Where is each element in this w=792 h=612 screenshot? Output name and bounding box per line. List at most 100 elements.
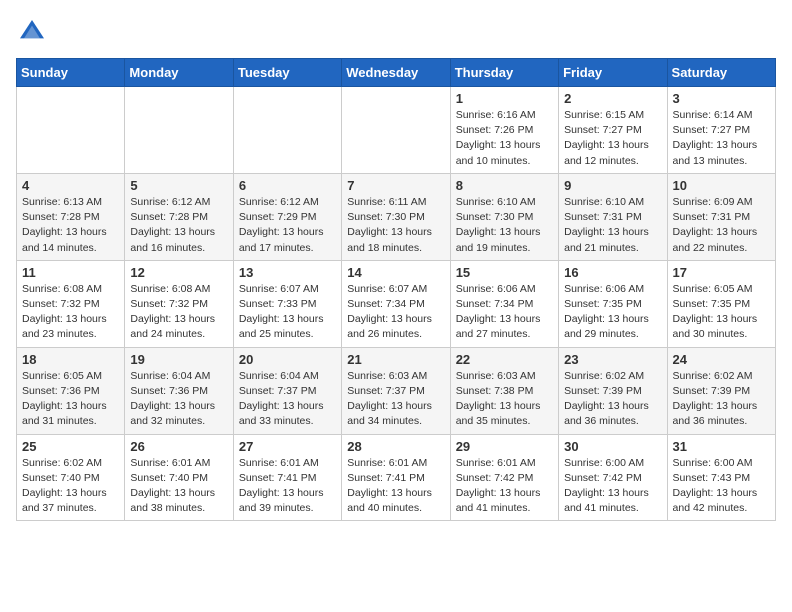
day-number: 15	[456, 265, 553, 280]
calendar-cell: 17Sunrise: 6:05 AM Sunset: 7:35 PM Dayli…	[667, 260, 775, 347]
calendar-week-4: 18 Sunrise: 6:05 AM Sunset: 7:36 PM Dayli…	[17, 347, 776, 434]
day-info: Sunrise: 6:00 AM Sunset: 7:42 PM Dayligh…	[564, 456, 661, 517]
calendar-cell: 6 Sunrise: 6:12 AM Sunset: 7:29 PM Daylig…	[233, 173, 341, 260]
calendar-cell: 21 Sunrise: 6:03 AM Sunset: 7:37 PM Dayli…	[342, 347, 450, 434]
calendar-cell: 30 Sunrise: 6:00 AM Sunset: 7:42 PM Dayli…	[559, 434, 667, 521]
calendar-cell: 24 Sunrise: 6:02 AM Sunset: 7:39 PM Dayli…	[667, 347, 775, 434]
weekday-header-thursday: Thursday	[450, 59, 558, 87]
day-info: Sunrise: 6:01 AM Sunset: 7:41 PM Dayligh…	[347, 456, 444, 517]
day-number: 29	[456, 439, 553, 454]
day-info: Sunrise: 6:02 AM Sunset: 7:39 PM Dayligh…	[673, 369, 770, 430]
day-number: 12	[130, 265, 227, 280]
day-info: Sunrise: 6:14 AM Sunset: 7:27 PM Dayligh…	[673, 108, 770, 169]
day-info: Sunrise: 6:13 AM Sunset: 7:28 PM Dayligh…	[22, 195, 119, 256]
calendar-cell	[125, 87, 233, 174]
day-number: 24	[673, 352, 770, 367]
day-info: Sunrise: 6:06 AM Sunset: 7:34 PM Dayligh…	[456, 282, 553, 343]
day-info: Sunrise: 6:00 AM Sunset: 7:43 PM Dayligh…	[673, 456, 770, 517]
page-header	[16, 16, 776, 48]
calendar-cell: 22Sunrise: 6:03 AM Sunset: 7:38 PM Dayli…	[450, 347, 558, 434]
calendar-cell: 14 Sunrise: 6:07 AM Sunset: 7:34 PM Dayli…	[342, 260, 450, 347]
day-info: Sunrise: 6:01 AM Sunset: 7:41 PM Dayligh…	[239, 456, 336, 517]
day-number: 27	[239, 439, 336, 454]
calendar-cell: 13 Sunrise: 6:07 AM Sunset: 7:33 PM Dayli…	[233, 260, 341, 347]
day-info: Sunrise: 6:10 AM Sunset: 7:30 PM Dayligh…	[456, 195, 553, 256]
calendar-cell: 31 Sunrise: 6:00 AM Sunset: 7:43 PM Dayli…	[667, 434, 775, 521]
day-info: Sunrise: 6:07 AM Sunset: 7:34 PM Dayligh…	[347, 282, 444, 343]
day-number: 4	[22, 178, 119, 193]
day-info: Sunrise: 6:03 AM Sunset: 7:37 PM Dayligh…	[347, 369, 444, 430]
calendar-cell: 7 Sunrise: 6:11 AM Sunset: 7:30 PM Daylig…	[342, 173, 450, 260]
calendar-table: SundayMondayTuesdayWednesdayThursdayFrid…	[16, 58, 776, 521]
calendar-cell: 11 Sunrise: 6:08 AM Sunset: 7:32 PM Dayli…	[17, 260, 125, 347]
day-info: Sunrise: 6:01 AM Sunset: 7:42 PM Dayligh…	[456, 456, 553, 517]
day-number: 18	[22, 352, 119, 367]
day-number: 30	[564, 439, 661, 454]
day-info: Sunrise: 6:08 AM Sunset: 7:32 PM Dayligh…	[130, 282, 227, 343]
day-number: 20	[239, 352, 336, 367]
calendar-cell: 19 Sunrise: 6:04 AM Sunset: 7:36 PM Dayli…	[125, 347, 233, 434]
calendar-cell	[17, 87, 125, 174]
day-info: Sunrise: 6:12 AM Sunset: 7:28 PM Dayligh…	[130, 195, 227, 256]
calendar-cell: 15 Sunrise: 6:06 AM Sunset: 7:34 PM Dayli…	[450, 260, 558, 347]
day-info: Sunrise: 6:07 AM Sunset: 7:33 PM Dayligh…	[239, 282, 336, 343]
day-number: 6	[239, 178, 336, 193]
calendar-cell: 29 Sunrise: 6:01 AM Sunset: 7:42 PM Dayli…	[450, 434, 558, 521]
calendar-cell: 4 Sunrise: 6:13 AM Sunset: 7:28 PM Daylig…	[17, 173, 125, 260]
calendar-cell: 27 Sunrise: 6:01 AM Sunset: 7:41 PM Dayli…	[233, 434, 341, 521]
day-info: Sunrise: 6:11 AM Sunset: 7:30 PM Dayligh…	[347, 195, 444, 256]
calendar-week-2: 4 Sunrise: 6:13 AM Sunset: 7:28 PM Daylig…	[17, 173, 776, 260]
calendar-cell: 26Sunrise: 6:01 AM Sunset: 7:40 PM Dayli…	[125, 434, 233, 521]
day-number: 25	[22, 439, 119, 454]
calendar-week-5: 25 Sunrise: 6:02 AM Sunset: 7:40 PM Dayli…	[17, 434, 776, 521]
weekday-header-friday: Friday	[559, 59, 667, 87]
day-number: 28	[347, 439, 444, 454]
day-number: 9	[564, 178, 661, 193]
calendar-cell: 23Sunrise: 6:02 AM Sunset: 7:39 PM Dayli…	[559, 347, 667, 434]
day-number: 16	[564, 265, 661, 280]
day-number: 11	[22, 265, 119, 280]
day-number: 13	[239, 265, 336, 280]
day-number: 3	[673, 91, 770, 106]
weekday-header-saturday: Saturday	[667, 59, 775, 87]
calendar-cell: 28 Sunrise: 6:01 AM Sunset: 7:41 PM Dayli…	[342, 434, 450, 521]
weekday-header-tuesday: Tuesday	[233, 59, 341, 87]
day-info: Sunrise: 6:04 AM Sunset: 7:37 PM Dayligh…	[239, 369, 336, 430]
day-info: Sunrise: 6:03 AM Sunset: 7:38 PM Dayligh…	[456, 369, 553, 430]
calendar-cell: 16 Sunrise: 6:06 AM Sunset: 7:35 PM Dayli…	[559, 260, 667, 347]
day-info: Sunrise: 6:08 AM Sunset: 7:32 PM Dayligh…	[22, 282, 119, 343]
day-number: 21	[347, 352, 444, 367]
day-info: Sunrise: 6:05 AM Sunset: 7:36 PM Dayligh…	[22, 369, 119, 430]
weekday-header-wednesday: Wednesday	[342, 59, 450, 87]
calendar-cell: 25 Sunrise: 6:02 AM Sunset: 7:40 PM Dayli…	[17, 434, 125, 521]
day-info: Sunrise: 6:15 AM Sunset: 7:27 PM Dayligh…	[564, 108, 661, 169]
calendar-cell: 9 Sunrise: 6:10 AM Sunset: 7:31 PM Daylig…	[559, 173, 667, 260]
day-number: 23	[564, 352, 661, 367]
day-number: 7	[347, 178, 444, 193]
day-number: 5	[130, 178, 227, 193]
calendar-cell: 10Sunrise: 6:09 AM Sunset: 7:31 PM Dayli…	[667, 173, 775, 260]
calendar-cell	[342, 87, 450, 174]
day-info: Sunrise: 6:04 AM Sunset: 7:36 PM Dayligh…	[130, 369, 227, 430]
day-number: 2	[564, 91, 661, 106]
calendar-cell: 5 Sunrise: 6:12 AM Sunset: 7:28 PM Daylig…	[125, 173, 233, 260]
day-info: Sunrise: 6:06 AM Sunset: 7:35 PM Dayligh…	[564, 282, 661, 343]
day-info: Sunrise: 6:05 AM Sunset: 7:35 PM Dayligh…	[673, 282, 770, 343]
calendar-cell: 2 Sunrise: 6:15 AM Sunset: 7:27 PM Daylig…	[559, 87, 667, 174]
day-info: Sunrise: 6:10 AM Sunset: 7:31 PM Dayligh…	[564, 195, 661, 256]
calendar-header-row: SundayMondayTuesdayWednesdayThursdayFrid…	[17, 59, 776, 87]
day-number: 8	[456, 178, 553, 193]
logo-icon	[16, 16, 48, 48]
day-info: Sunrise: 6:09 AM Sunset: 7:31 PM Dayligh…	[673, 195, 770, 256]
day-info: Sunrise: 6:01 AM Sunset: 7:40 PM Dayligh…	[130, 456, 227, 517]
logo	[16, 16, 52, 48]
day-info: Sunrise: 6:12 AM Sunset: 7:29 PM Dayligh…	[239, 195, 336, 256]
day-number: 31	[673, 439, 770, 454]
calendar-cell	[233, 87, 341, 174]
calendar-cell: 12 Sunrise: 6:08 AM Sunset: 7:32 PM Dayli…	[125, 260, 233, 347]
calendar-cell: 20 Sunrise: 6:04 AM Sunset: 7:37 PM Dayli…	[233, 347, 341, 434]
day-number: 19	[130, 352, 227, 367]
day-number: 14	[347, 265, 444, 280]
weekday-header-monday: Monday	[125, 59, 233, 87]
day-info: Sunrise: 6:02 AM Sunset: 7:40 PM Dayligh…	[22, 456, 119, 517]
